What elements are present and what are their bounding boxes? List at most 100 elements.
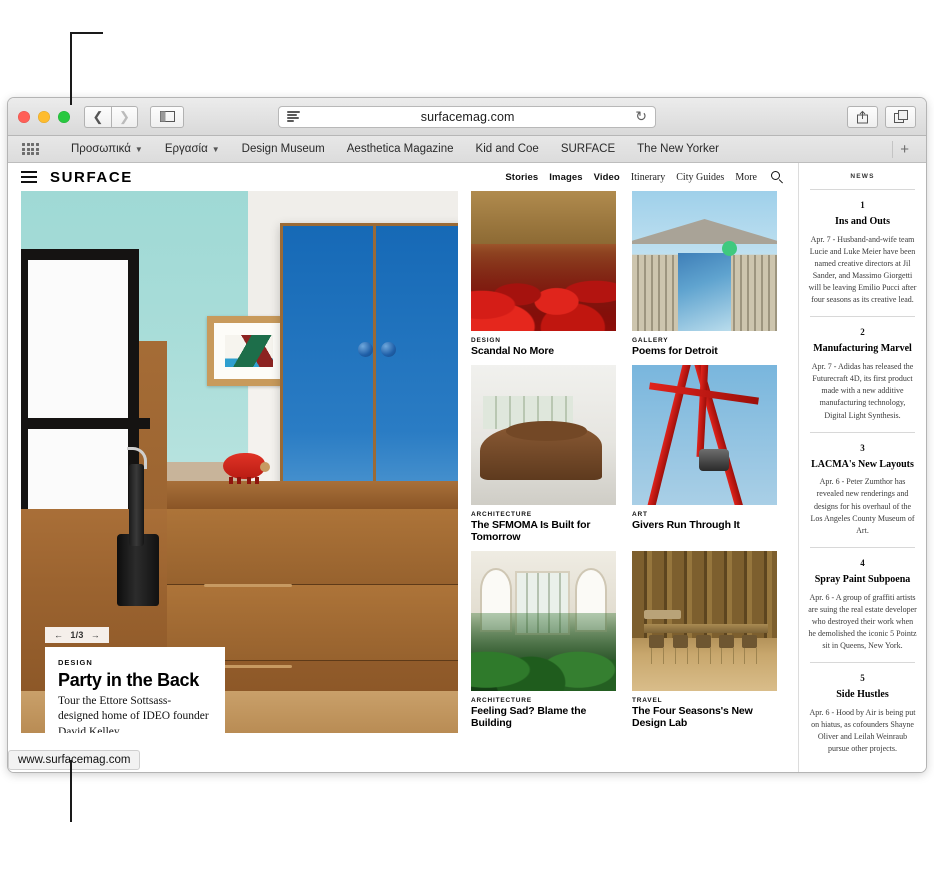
article-thumbnail[interactable] — [471, 551, 617, 692]
divider — [810, 189, 915, 190]
article-card[interactable]: ART Givers Run Through It — [632, 365, 778, 543]
divider — [810, 547, 915, 548]
callout-line-top — [70, 32, 72, 105]
news-item[interactable]: 3 LACMA's New Layouts Apr. 6 - Peter Zum… — [808, 443, 917, 537]
site-header: SURFACE Stories Images Video Itinerary C… — [8, 163, 798, 191]
news-title[interactable]: LACMA's New Layouts — [808, 459, 917, 471]
hero-description: Tour the Ettore Sottsass-designed home o… — [58, 695, 209, 733]
divider — [810, 431, 915, 433]
browser-toolbar: ❮ ❯ surfacemag.com ↻ — [8, 98, 926, 136]
article-thumbnail[interactable] — [471, 191, 617, 331]
article-title[interactable]: Poems for Detroit — [632, 345, 777, 357]
hero-pager[interactable]: ← 1/3 → — [45, 627, 110, 643]
hero-prev-arrow[interactable]: ← — [54, 630, 63, 640]
nav-item-video[interactable]: Video — [594, 172, 620, 183]
nav-item-itinerary[interactable]: Itinerary — [631, 172, 665, 183]
divider — [810, 662, 915, 664]
main-grid: ← 1/3 → DESIGN Party in the Back Tour th… — [8, 191, 798, 733]
news-number: 3 — [860, 442, 865, 453]
bookmark-aesthetica-magazine[interactable]: Aesthetica Magazine — [336, 143, 465, 155]
show-all-tabs-button[interactable] — [885, 105, 916, 128]
sidebar-toggle-button[interactable] — [150, 105, 184, 128]
back-button[interactable]: ❮ — [84, 105, 111, 128]
news-title[interactable]: Manufacturing Marvel — [808, 343, 917, 355]
divider — [810, 316, 915, 318]
search-icon[interactable] — [771, 170, 784, 184]
add-bookmark-button[interactable]: + — [892, 140, 916, 158]
article-thumbnail[interactable] — [632, 365, 778, 506]
article-kicker: ARCHITECTURE — [471, 697, 532, 705]
article-card[interactable]: GALLERY Poems for Detroit — [632, 191, 778, 357]
news-number: 2 — [860, 327, 865, 338]
article-card-grid: DESIGN Scandal No More GALLERY Poems for… — [471, 191, 786, 733]
bookmark-the-new-yorker[interactable]: The New Yorker — [626, 143, 730, 155]
url-text: surfacemag.com — [420, 109, 515, 124]
share-button[interactable] — [847, 105, 878, 128]
nav-item-stories[interactable]: Stories — [505, 172, 538, 183]
sidebar-icon — [159, 111, 175, 122]
article-kicker: DESIGN — [471, 337, 501, 344]
chevron-down-icon: ▼ — [211, 144, 220, 154]
hamburger-menu-icon[interactable] — [21, 171, 37, 183]
news-title[interactable]: Side Hustles — [808, 689, 917, 701]
news-sidebar: NEWS 1 Ins and Outs Apr. 7 - Husband-and… — [798, 163, 926, 772]
apps-grid-icon[interactable] — [22, 143, 44, 155]
bookmark-work[interactable]: Εργασία ▼ — [154, 143, 231, 155]
article-card[interactable]: ARCHITECTURE Feeling Sad? Blame the Buil… — [471, 551, 617, 729]
hero-caption[interactable]: DESIGN Party in the Back Tour the Ettore… — [45, 647, 225, 733]
article-thumbnail[interactable] — [471, 365, 617, 506]
close-window-button[interactable] — [18, 110, 30, 123]
site-logo[interactable]: SURFACE — [50, 169, 133, 186]
news-title[interactable]: Ins and Outs — [808, 216, 917, 228]
article-title[interactable]: Scandal No More — [471, 345, 616, 357]
article-thumbnail[interactable] — [632, 551, 778, 692]
article-kicker: GALLERY — [632, 337, 669, 344]
reader-view-icon[interactable] — [287, 111, 300, 122]
bookmark-design-museum[interactable]: Design Museum — [231, 143, 336, 155]
article-title[interactable]: The Four Seasons's New Design Lab — [632, 705, 777, 729]
reload-icon[interactable]: ↻ — [635, 108, 647, 125]
callout-line-top-cap — [70, 32, 103, 34]
hero-next-arrow[interactable]: → — [91, 630, 100, 640]
news-number: 5 — [860, 673, 865, 684]
hero-window — [21, 249, 150, 545]
bookmark-surface[interactable]: SURFACE — [550, 143, 626, 155]
navigation-buttons: ❮ ❯ — [84, 105, 138, 128]
page-content: SURFACE Stories Images Video Itinerary C… — [8, 163, 798, 772]
nav-item-more[interactable]: More — [735, 172, 757, 183]
news-heading: NEWS — [850, 173, 875, 180]
site-navigation: Stories Images Video Itinerary City Guid… — [505, 170, 784, 184]
article-kicker: ART — [632, 511, 648, 519]
news-body: Apr. 6 - Peter Zumthor has revealed new … — [810, 477, 915, 535]
maximize-window-button[interactable] — [58, 110, 70, 123]
bookmark-kid-and-coe[interactable]: Kid and Coe — [465, 143, 550, 155]
article-card[interactable]: ARCHITECTURE The SFMOMA Is Built for Tom… — [471, 365, 617, 543]
news-number: 4 — [860, 558, 865, 568]
forward-button[interactable]: ❯ — [111, 105, 138, 128]
window-controls — [18, 110, 70, 123]
hero-countertop — [167, 481, 459, 509]
hero-title[interactable]: Party in the Back — [58, 670, 212, 690]
news-item[interactable]: 2 Manufacturing Marvel Apr. 7 - Adidas h… — [808, 327, 917, 421]
hero-article[interactable]: ← 1/3 → DESIGN Party in the Back Tour th… — [21, 191, 459, 733]
news-item[interactable]: 4 Spray Paint Subpoena Apr. 6 - A group … — [808, 558, 917, 652]
news-body: Apr. 6 - Hood by Air is being put on hia… — [809, 707, 916, 754]
article-card[interactable]: TRAVEL The Four Seasons's New Design Lab — [632, 551, 778, 729]
hero-pager-count: 1/3 — [70, 630, 84, 640]
article-title[interactable]: The SFMOMA Is Built for Tomorrow — [471, 519, 616, 543]
nav-item-city-guides[interactable]: City Guides — [676, 172, 724, 183]
article-thumbnail[interactable] — [632, 191, 778, 331]
news-item[interactable]: 1 Ins and Outs Apr. 7 - Husband-and-wife… — [808, 200, 917, 306]
address-bar[interactable]: surfacemag.com ↻ — [278, 105, 656, 128]
news-item[interactable]: 5 Side Hustles Apr. 6 - Hood by Air is b… — [808, 673, 917, 755]
nav-item-images[interactable]: Images — [549, 172, 582, 183]
article-title[interactable]: Givers Run Through It — [632, 519, 777, 531]
minimize-window-button[interactable] — [38, 110, 50, 123]
article-title[interactable]: Feeling Sad? Blame the Building — [471, 705, 616, 729]
toolbar-right-buttons — [847, 105, 916, 128]
article-card[interactable]: DESIGN Scandal No More — [471, 191, 617, 357]
news-title[interactable]: Spray Paint Subpoena — [808, 574, 917, 586]
news-body: Apr. 7 - Adidas has released the Futurec… — [811, 361, 914, 420]
chevron-down-icon: ▼ — [134, 144, 143, 154]
bookmark-personal[interactable]: Προσωπικά ▼ — [60, 143, 154, 155]
